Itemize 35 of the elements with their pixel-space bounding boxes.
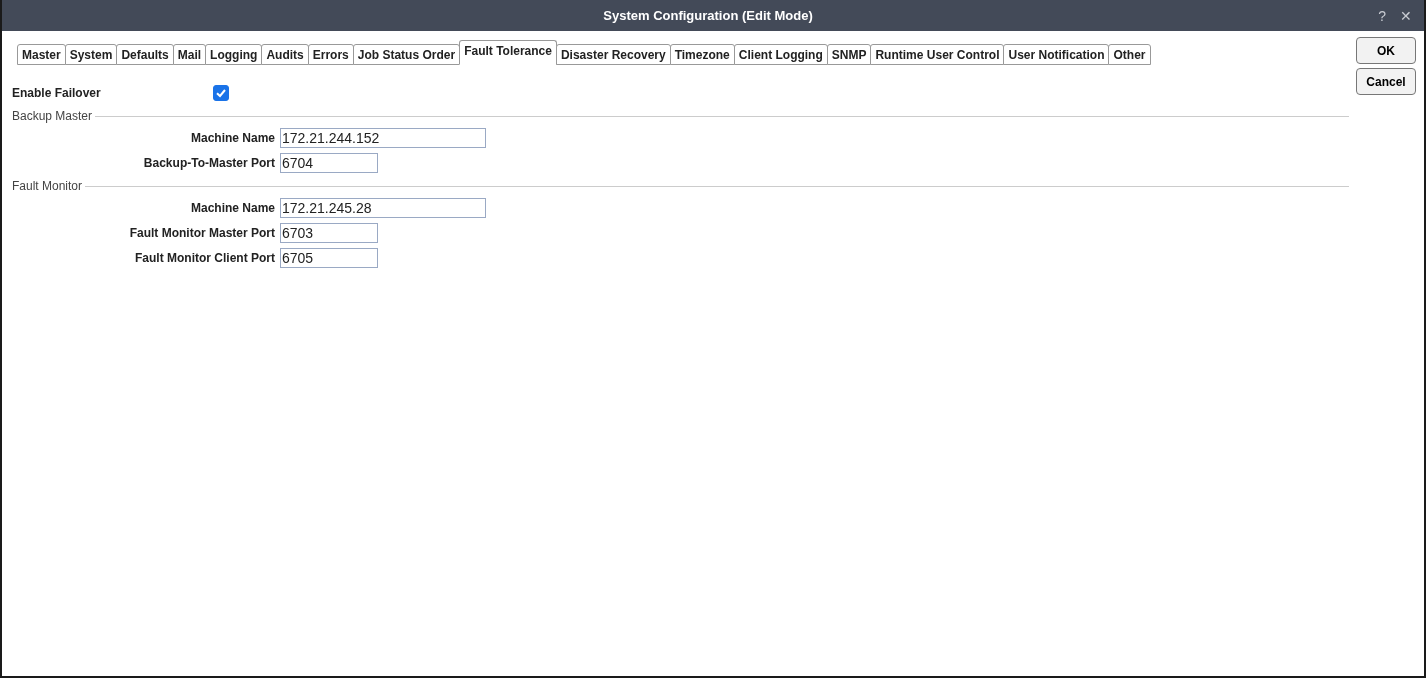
tab[interactable]: Timezone: [669, 44, 735, 65]
tab[interactable]: Runtime User Control: [870, 44, 1005, 65]
help-button[interactable]: ?: [1376, 7, 1388, 24]
tab[interactable]: Errors: [307, 44, 354, 65]
section-title: Fault Monitor: [12, 179, 83, 193]
tab[interactable]: Master: [17, 44, 66, 65]
tab[interactable]: Mail: [172, 44, 207, 65]
close-button[interactable]: ✕: [1398, 7, 1414, 24]
input-field[interactable]: 172.21.244.152: [280, 128, 486, 148]
field-label: Fault Monitor Master Port: [128, 226, 275, 240]
checkbox[interactable]: [213, 85, 229, 101]
tab[interactable]: Client Logging: [733, 44, 828, 65]
tab[interactable]: Defaults: [116, 44, 174, 65]
field-label: Machine Name: [189, 201, 275, 215]
section-title: Backup Master: [12, 109, 93, 123]
field-label: Enable Failover: [12, 86, 102, 100]
tab[interactable]: SNMP: [826, 44, 872, 65]
window-title: System Configuration (Edit Mode): [602, 8, 814, 23]
field-label: Machine Name: [189, 131, 275, 145]
tab[interactable]: Logging: [205, 44, 263, 65]
tab[interactable]: Job Status Order: [352, 44, 461, 65]
tab[interactable]: Fault Tolerance: [459, 40, 557, 65]
input-field[interactable]: 172.21.245.28: [280, 198, 486, 218]
input-field[interactable]: 6704: [280, 153, 378, 173]
input-field[interactable]: 6705: [280, 248, 378, 268]
tab[interactable]: Audits: [261, 44, 309, 65]
input-field[interactable]: 6703: [280, 223, 378, 243]
tab[interactable]: User Notification: [1003, 44, 1110, 65]
dialog-button[interactable]: OK: [1356, 37, 1416, 64]
field-label: Backup-To-Master Port: [142, 156, 275, 170]
field-label: Fault Monitor Client Port: [134, 251, 275, 265]
tab[interactable]: Disaster Recovery: [555, 44, 671, 65]
dialog-button[interactable]: Cancel: [1356, 68, 1416, 95]
tab[interactable]: System: [64, 44, 118, 65]
tab[interactable]: Other: [1108, 44, 1151, 65]
